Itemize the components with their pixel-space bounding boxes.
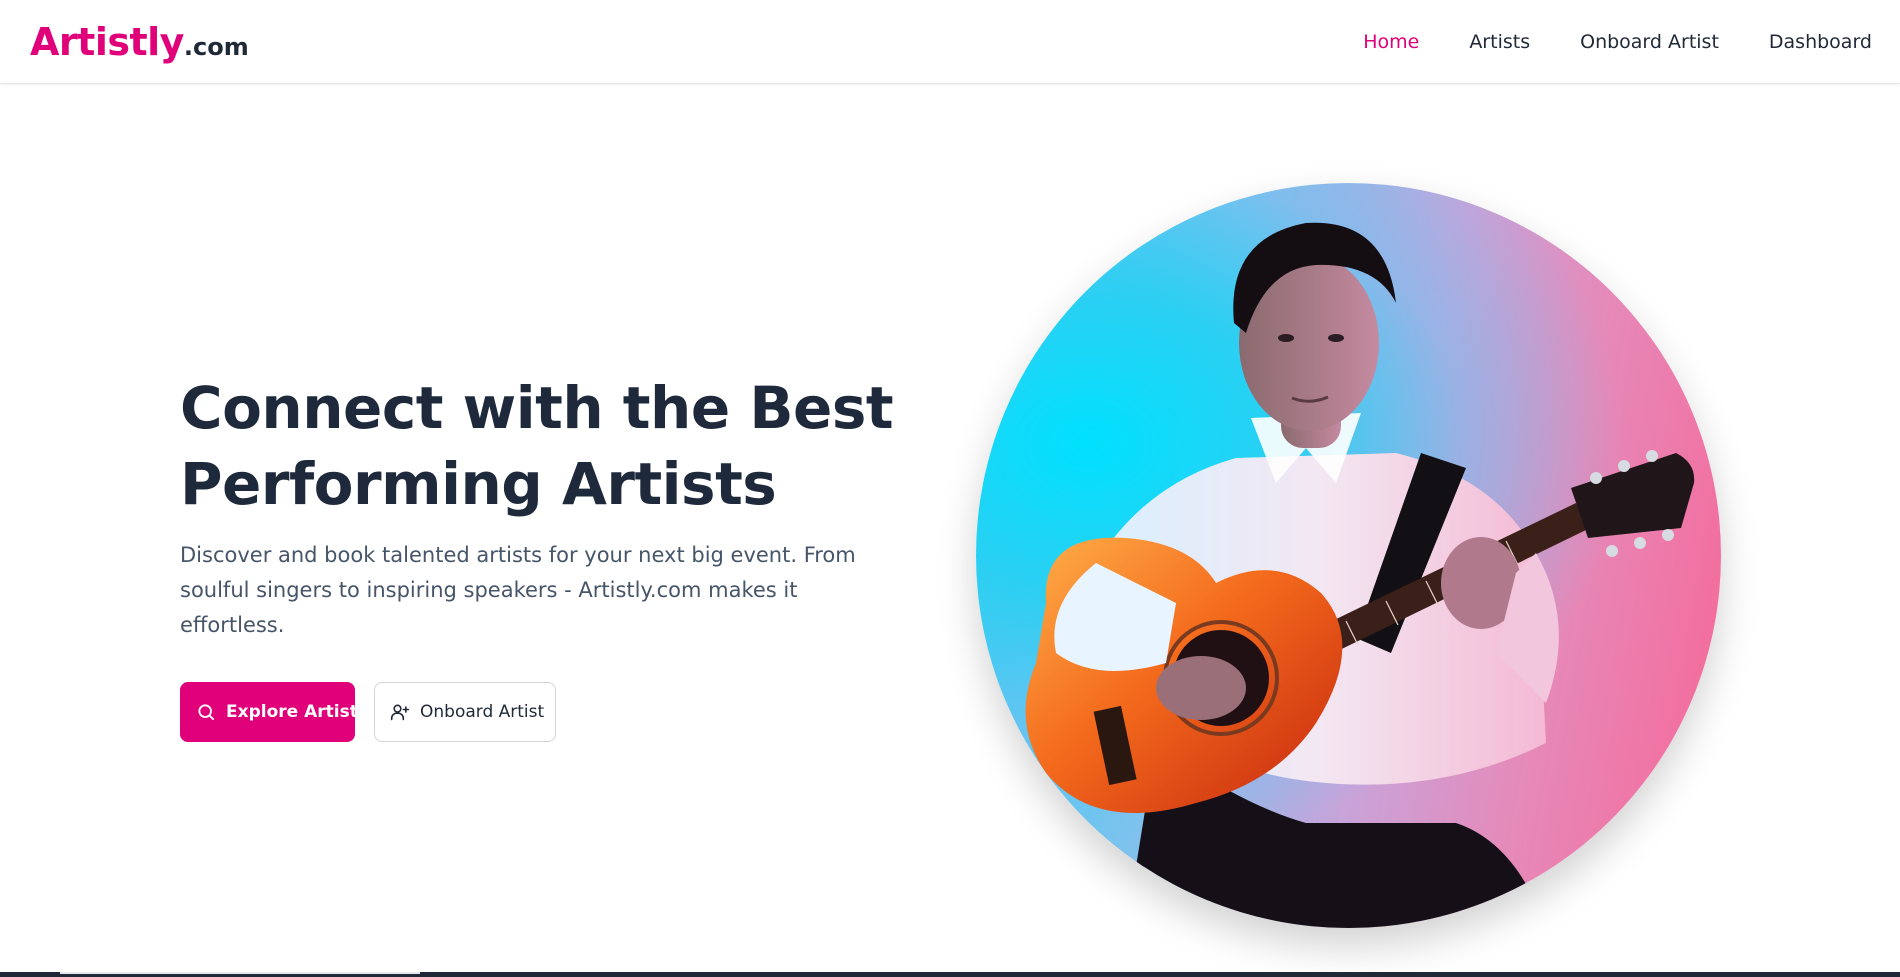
- onboard-artist-label: Onboard Artist: [420, 702, 545, 722]
- nav-item-onboard-artist[interactable]: Onboard Artist: [1580, 31, 1719, 53]
- hero-title-line-2: Performing Artists: [180, 450, 777, 518]
- hero-description-line-1: Discover and book talented artists for y…: [180, 543, 856, 567]
- brand-name: Artistly: [30, 20, 184, 64]
- brand-suffix: .com: [183, 33, 249, 61]
- explore-artists-button[interactable]: Explore Artists: [180, 682, 368, 742]
- hero-description: Discover and book talented artists for y…: [180, 538, 856, 643]
- onboard-artist-button[interactable]: Onboard Artist: [374, 682, 556, 742]
- nav-item-home[interactable]: Home: [1363, 31, 1419, 53]
- main-nav: Home Artists Onboard Artist Dashboard: [1313, 0, 1872, 84]
- nav-item-artists[interactable]: Artists: [1469, 31, 1530, 53]
- hero-description-line-2: soulful singers to inspiring speakers - …: [180, 578, 798, 602]
- search-icon: [196, 702, 216, 722]
- hero-title: Connect with the Best Performing Artists: [180, 370, 900, 522]
- explore-artists-label: Explore Artists: [226, 702, 368, 722]
- user-plus-icon: [390, 702, 410, 722]
- bottom-divider-highlight: [60, 972, 420, 974]
- brand-logo[interactable]: Artistly.com: [30, 20, 249, 72]
- guitarist-illustration: [1025, 222, 1695, 928]
- hero-title-line-1: Connect with the Best: [180, 374, 894, 442]
- hero-description-line-3: effortless.: [180, 613, 285, 637]
- guitarist-photo: [976, 183, 1721, 928]
- site-header: Artistly.com Home Artists Onboard Artist…: [0, 0, 1900, 84]
- nav-item-dashboard[interactable]: Dashboard: [1769, 31, 1872, 53]
